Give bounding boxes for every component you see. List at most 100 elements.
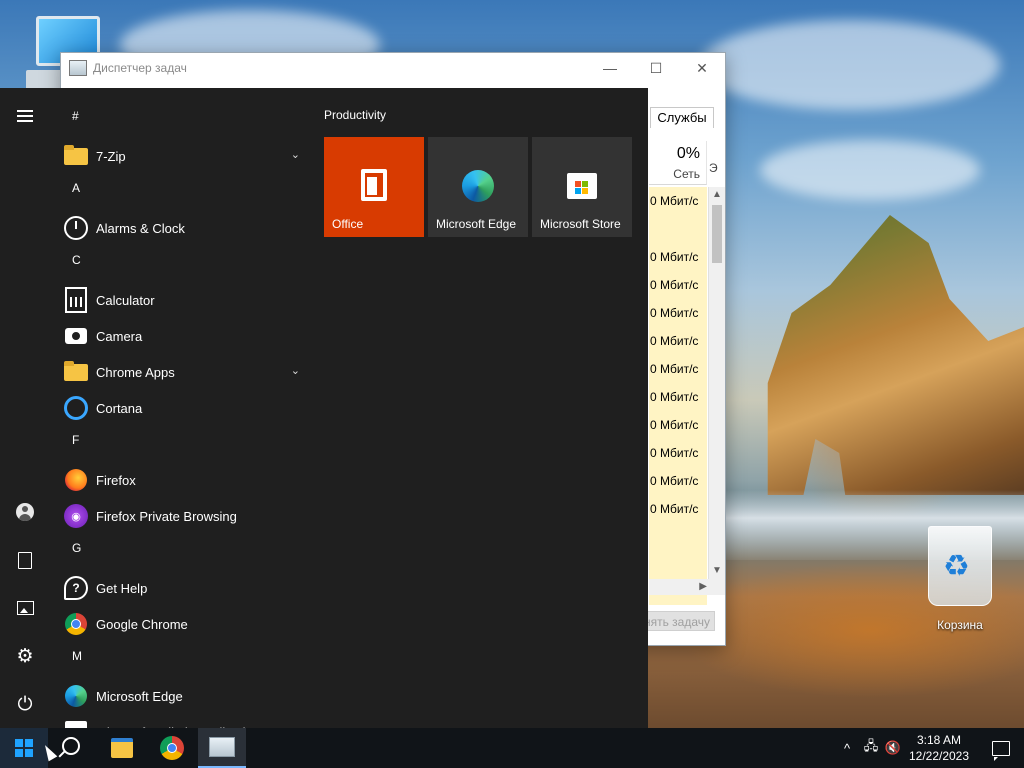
list-item[interactable]: Cortana [50, 390, 310, 426]
section-letter[interactable]: F [50, 426, 310, 462]
window-title: Диспетчер задач [93, 61, 187, 75]
network-values-list: 0 Мбит/с 0 Мбит/с 0 Мбит/с 0 Мбит/с 0 Мбит/с… [649, 187, 707, 605]
network-percent: 0% [676, 145, 700, 162]
app-label: Chrome Apps [96, 364, 175, 380]
task-manager-icon [209, 737, 235, 757]
clock-time: 3:18 AM [916, 733, 962, 747]
table-row[interactable]: 0 Мбит/с [649, 495, 707, 523]
app-label: 7-Zip [96, 148, 126, 164]
app-label: Camera [96, 328, 143, 344]
chevron-down-icon[interactable]: ⌄ [291, 148, 300, 161]
table-row[interactable]: 0 Мбит/с [649, 187, 707, 215]
list-item[interactable]: Alarms & Clock [50, 210, 310, 246]
list-item[interactable]: ◉ Firefox Private Browsing [50, 498, 310, 534]
documents-button[interactable] [0, 540, 50, 580]
minimize-button[interactable]: — [587, 60, 633, 76]
tile-label: Microsoft Edge [436, 217, 517, 231]
app-icon-wrapper: ♠ [64, 720, 88, 728]
table-row[interactable]: 0 Мбит/с [649, 383, 707, 411]
app-icon-wrapper: ? [64, 576, 88, 600]
expand-menu-button[interactable] [0, 96, 50, 136]
list-item[interactable]: Chrome Apps ⌄ [50, 354, 310, 390]
list-item[interactable]: ♠Microsoft Solitaire Collection [50, 714, 310, 728]
maximize-button[interactable]: ☐ [633, 60, 679, 77]
show-hidden-icons-button[interactable]: ^ [836, 728, 858, 768]
chrome-icon [65, 613, 87, 635]
app-icon-wrapper [64, 144, 88, 168]
tab-services[interactable]: Службы [650, 107, 714, 128]
next-column-label[interactable]: Э [709, 161, 718, 175]
tile-microsoft-store[interactable]: Microsoft Store [532, 137, 632, 237]
list-item[interactable]: ? Get Help [50, 570, 310, 606]
app-label: Firefox Private Browsing [96, 508, 237, 524]
network-tray-button[interactable]: 🖧 [860, 728, 882, 768]
scroll-right-icon[interactable]: ▶ [699, 579, 707, 595]
section-letter[interactable]: G [50, 534, 310, 570]
wallpaper-rock [767, 215, 1024, 495]
end-task-button[interactable]: нять задачу [641, 611, 715, 631]
app-icon-wrapper [64, 324, 88, 348]
store-icon [567, 173, 597, 199]
close-button[interactable]: ✕ [679, 60, 725, 77]
recycle-bin-desktop-icon[interactable]: ♻ Корзина [912, 520, 1008, 640]
volume-muted-icon: 🔇 [884, 740, 902, 755]
table-row[interactable]: 0 Мбит/с [649, 439, 707, 467]
section-letter[interactable]: A [50, 174, 310, 210]
app-label: Microsoft Edge [96, 688, 183, 704]
task-manager-titlebar[interactable]: Диспетчер задач — ☐ ✕ [61, 53, 725, 83]
action-center-button[interactable] [978, 728, 1024, 768]
list-item[interactable]: Microsoft Edge [50, 678, 310, 714]
chevron-up-icon: ^ [843, 740, 851, 756]
scrollbar-thumb[interactable] [712, 205, 722, 263]
folder-icon [64, 360, 88, 381]
taskbar: ^ 🖧 🔇 3:18 AM 12/22/2023 [0, 728, 1024, 768]
app-icon-wrapper [64, 684, 88, 708]
taskbar-clock[interactable]: 3:18 AM 12/22/2023 [902, 732, 976, 764]
chevron-down-icon[interactable]: ⌄ [291, 364, 300, 377]
list-item[interactable]: 7-Zip ⌄ [50, 138, 310, 174]
table-row[interactable]: 0 Мбит/с [649, 467, 707, 495]
table-row[interactable]: 0 Мбит/с [649, 271, 707, 299]
taskbar-file-explorer[interactable] [98, 728, 146, 768]
search-button[interactable] [48, 728, 96, 768]
tile-label: Microsoft Store [540, 217, 621, 231]
settings-button[interactable]: ⚙ [0, 636, 50, 676]
section-letter[interactable]: C [50, 246, 310, 282]
tile-office[interactable]: Office [324, 137, 424, 237]
vertical-scrollbar[interactable]: ▲ ▼ [708, 187, 725, 579]
power-button[interactable]: ⏻ [0, 684, 50, 724]
pictures-button[interactable] [0, 588, 50, 628]
list-item[interactable]: Camera [50, 318, 310, 354]
section-letter[interactable]: M [50, 642, 310, 678]
volume-tray-button[interactable]: 🔇 [882, 728, 904, 768]
table-row[interactable]: 0 Мбит/с [649, 243, 707, 271]
app-icon-wrapper [64, 287, 88, 313]
scroll-up-icon[interactable]: ▲ [709, 187, 725, 203]
start-menu: ⚙ ⏻ #7-Zip ⌄ A Alarms & Clock C Calculator Cam… [0, 88, 648, 728]
table-row[interactable]: 0 Мбит/с [649, 327, 707, 355]
user-account-button[interactable] [0, 492, 50, 532]
table-row[interactable]: 0 Мбит/с [649, 411, 707, 439]
taskbar-task-manager[interactable] [198, 728, 246, 768]
scroll-down-icon[interactable]: ▼ [709, 563, 725, 579]
search-icon [62, 737, 80, 755]
clock-icon [64, 216, 88, 240]
tile-microsoft-edge[interactable]: Microsoft Edge [428, 137, 528, 237]
office-icon [361, 169, 387, 201]
list-item[interactable]: Firefox [50, 462, 310, 498]
table-row[interactable]: 0 Мбит/с [649, 299, 707, 327]
horizontal-scrollbar[interactable]: ▶ [649, 579, 725, 595]
network-column-header[interactable]: 0% Сеть [649, 141, 707, 185]
clock-date: 12/22/2023 [908, 749, 970, 763]
chrome-icon [160, 736, 184, 760]
app-label: Google Chrome [96, 616, 188, 632]
list-item[interactable]: Calculator [50, 282, 310, 318]
table-row[interactable] [649, 215, 707, 243]
section-letter[interactable]: # [50, 102, 310, 138]
list-item[interactable]: Google Chrome [50, 606, 310, 642]
solitaire-icon: ♠ [65, 721, 87, 728]
taskbar-chrome[interactable] [148, 728, 196, 768]
notification-icon [992, 740, 1010, 761]
help-icon: ? [64, 576, 88, 600]
table-row[interactable]: 0 Мбит/с [649, 355, 707, 383]
